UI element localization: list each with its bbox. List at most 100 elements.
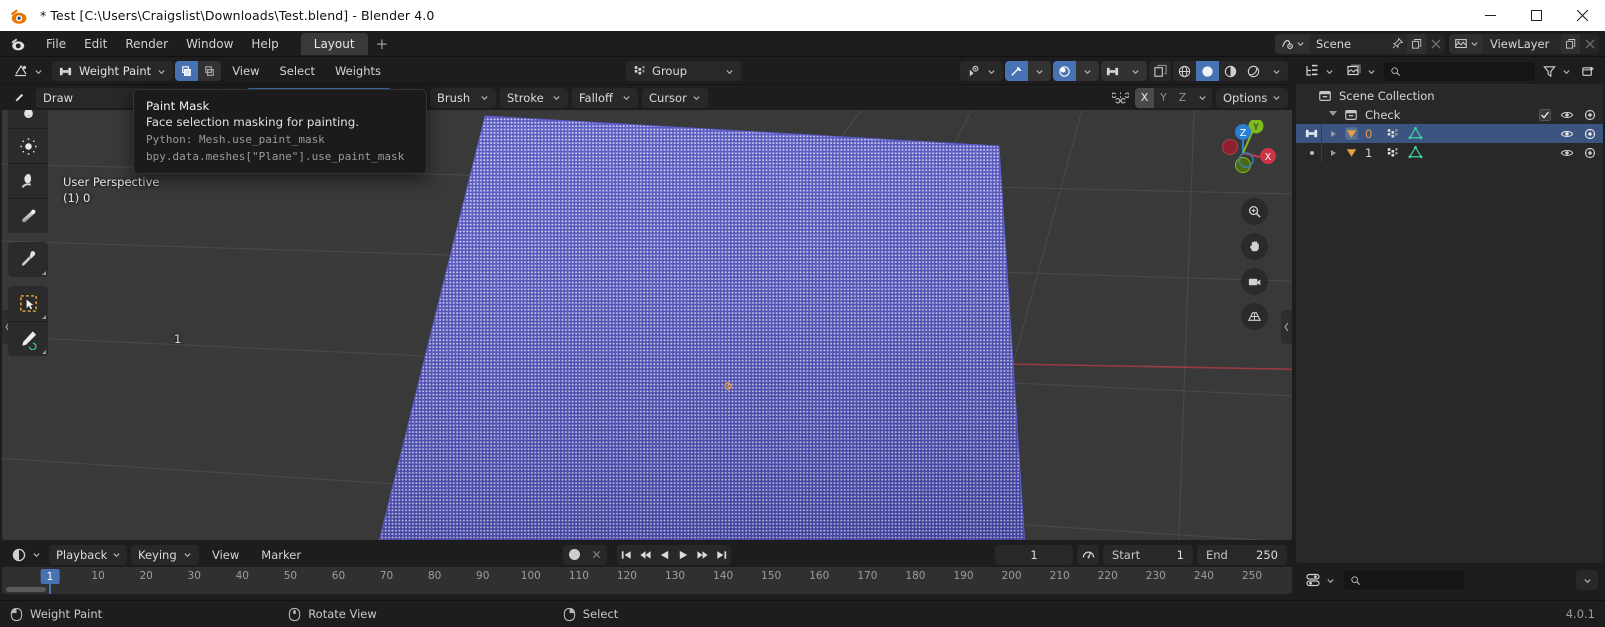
- wireframe-shading-button[interactable]: [1173, 61, 1196, 81]
- collection-expander[interactable]: [1329, 110, 1337, 119]
- move-view-button[interactable]: [1241, 233, 1268, 260]
- options-popover[interactable]: Options: [1216, 87, 1288, 108]
- material-preview-shading-button[interactable]: [1219, 61, 1242, 81]
- object-row-0[interactable]: 0: [1296, 124, 1603, 143]
- auto-keying-popover[interactable]: [585, 545, 607, 565]
- symmetry-axis-z[interactable]: Z: [1173, 87, 1192, 108]
- timeline-editor[interactable]: Playback Keying View Marker 1 Start 1 En…: [2, 542, 1292, 594]
- properties-options-button[interactable]: [1576, 570, 1598, 590]
- remove-viewlayer-button[interactable]: [1580, 33, 1599, 54]
- proportional-falloff-popover[interactable]: [1076, 61, 1099, 81]
- zoom-view-button[interactable]: [1241, 198, 1268, 225]
- viewport-menu-view[interactable]: View: [223, 64, 268, 78]
- timeline-menu-keying[interactable]: Keying: [131, 544, 199, 565]
- object-expander[interactable]: [1331, 130, 1336, 137]
- tool-gradient[interactable]: [8, 198, 48, 233]
- viewlayer-browse-button[interactable]: [1449, 33, 1483, 54]
- checkbox-icon[interactable]: [1539, 108, 1551, 121]
- new-viewlayer-button[interactable]: [1561, 33, 1580, 54]
- vertex-group-selector[interactable]: Group: [626, 61, 742, 81]
- minimize-button[interactable]: [1467, 0, 1513, 31]
- jump-to-end-button[interactable]: [712, 545, 731, 565]
- auto-keying-toggle[interactable]: [563, 545, 585, 565]
- menu-window[interactable]: Window: [177, 34, 242, 54]
- current-frame-field[interactable]: 1: [995, 544, 1073, 565]
- face-mask-toggle[interactable]: [198, 61, 222, 81]
- scene-collection-row[interactable]: Scene Collection: [1296, 86, 1603, 105]
- falloff-popover[interactable]: Falloff: [572, 87, 638, 108]
- timeline-ruler[interactable]: 1 10 20 30 40 50 60 70 80 90 100 110 120 130 140 150 16…: [2, 567, 1292, 594]
- tool-average[interactable]: [8, 128, 48, 163]
- outliner-tree[interactable]: Scene Collection Check 0 1: [1296, 84, 1603, 563]
- timeline-menu-playback[interactable]: Playback: [49, 544, 127, 565]
- outliner-search-input[interactable]: [1384, 61, 1535, 81]
- tool-annotate[interactable]: [8, 321, 48, 356]
- menu-edit[interactable]: Edit: [75, 34, 116, 54]
- vertex-group-icon[interactable]: [1386, 127, 1400, 141]
- tool-select-box[interactable]: [8, 286, 48, 321]
- eye-icon[interactable]: [1560, 108, 1574, 122]
- jump-to-start-button[interactable]: [617, 545, 636, 565]
- rendered-shading-button[interactable]: [1242, 61, 1265, 81]
- outliner-new-collection-button[interactable]: [1578, 61, 1599, 81]
- snap-settings-popover[interactable]: [1028, 61, 1051, 81]
- camera-restrict-icon[interactable]: [1583, 127, 1597, 141]
- vertex-mask-toggle[interactable]: [175, 61, 199, 81]
- start-frame-field[interactable]: Start 1: [1103, 544, 1193, 565]
- tool-sample-weight[interactable]: [8, 242, 48, 277]
- menu-file[interactable]: File: [37, 34, 75, 54]
- outliner-display-mode-button[interactable]: [1300, 61, 1338, 81]
- navigation-gizmo[interactable]: Y Z X: [1210, 120, 1276, 186]
- tool-settings-icon-button[interactable]: [6, 88, 32, 108]
- properties-editor-type-button[interactable]: [1301, 570, 1339, 590]
- shading-popover[interactable]: [1265, 61, 1288, 81]
- timeline-menu-view[interactable]: View: [203, 548, 248, 562]
- maximize-button[interactable]: [1513, 0, 1559, 31]
- workspace-tab-layout[interactable]: Layout: [300, 32, 368, 55]
- use-preview-range-button[interactable]: [1077, 544, 1099, 565]
- end-frame-field[interactable]: End 250: [1197, 544, 1287, 565]
- vertex-group-icon[interactable]: [1386, 146, 1400, 160]
- sidebar-expand-arrow-right[interactable]: [1281, 310, 1292, 344]
- camera-view-button[interactable]: [1241, 268, 1268, 295]
- cursor-popover[interactable]: Cursor: [642, 87, 708, 108]
- outliner-editor[interactable]: Scene Collection Check 0 1: [1296, 58, 1603, 563]
- interaction-mode-selector[interactable]: Weight Paint: [52, 61, 174, 81]
- collection-check-row[interactable]: Check: [1296, 105, 1603, 124]
- viewlayer-name[interactable]: ViewLayer: [1483, 37, 1561, 51]
- camera-restrict-icon[interactable]: [1583, 108, 1597, 122]
- outliner-filter-id-button[interactable]: [1342, 61, 1380, 81]
- brush-popover[interactable]: Brush: [430, 87, 496, 108]
- viewport-menu-select[interactable]: Select: [270, 64, 323, 78]
- symmetry-axis-x[interactable]: X: [1135, 87, 1154, 108]
- timeline-menu-marker[interactable]: Marker: [252, 548, 310, 562]
- properties-search-input[interactable]: [1344, 570, 1464, 590]
- weight-options-popover[interactable]: [1124, 61, 1147, 81]
- play-reverse-button[interactable]: [655, 545, 674, 565]
- object-visibility-popover[interactable]: [960, 61, 1003, 81]
- toggle-perspective-button[interactable]: [1241, 303, 1268, 330]
- jump-to-prev-keyframe-button[interactable]: [636, 545, 655, 565]
- symmetry-popover[interactable]: [1192, 87, 1212, 108]
- editor-type-button[interactable]: [6, 61, 50, 81]
- jump-to-next-keyframe-button[interactable]: [693, 545, 712, 565]
- timeline-horizontal-scrollbar[interactable]: [6, 587, 46, 592]
- menu-help[interactable]: Help: [242, 34, 287, 54]
- weight-painted-plane[interactable]: [354, 110, 1074, 540]
- close-button[interactable]: [1559, 0, 1605, 31]
- timeline-playhead-line[interactable]: [49, 584, 51, 594]
- scene-selector[interactable]: Scene: [1275, 33, 1445, 54]
- outliner-filter-button[interactable]: [1539, 61, 1574, 81]
- tool-smear[interactable]: [8, 163, 48, 198]
- viewlayer-selector[interactable]: ViewLayer: [1449, 33, 1599, 54]
- pin-scene-button[interactable]: [1387, 37, 1407, 50]
- mesh-data-icon[interactable]: [1408, 145, 1423, 160]
- blender-logo-icon[interactable]: [10, 35, 28, 53]
- menu-render[interactable]: Render: [116, 34, 177, 54]
- viewport-canvas[interactable]: User Perspective (1) 0 1: [2, 110, 1292, 540]
- scene-browse-button[interactable]: [1275, 33, 1309, 54]
- eye-icon[interactable]: [1560, 146, 1574, 160]
- weight-paint-options-toggle[interactable]: [1101, 61, 1124, 81]
- proportional-edit-toggle[interactable]: [1053, 61, 1076, 81]
- timeline-editor-type-button[interactable]: [7, 545, 45, 565]
